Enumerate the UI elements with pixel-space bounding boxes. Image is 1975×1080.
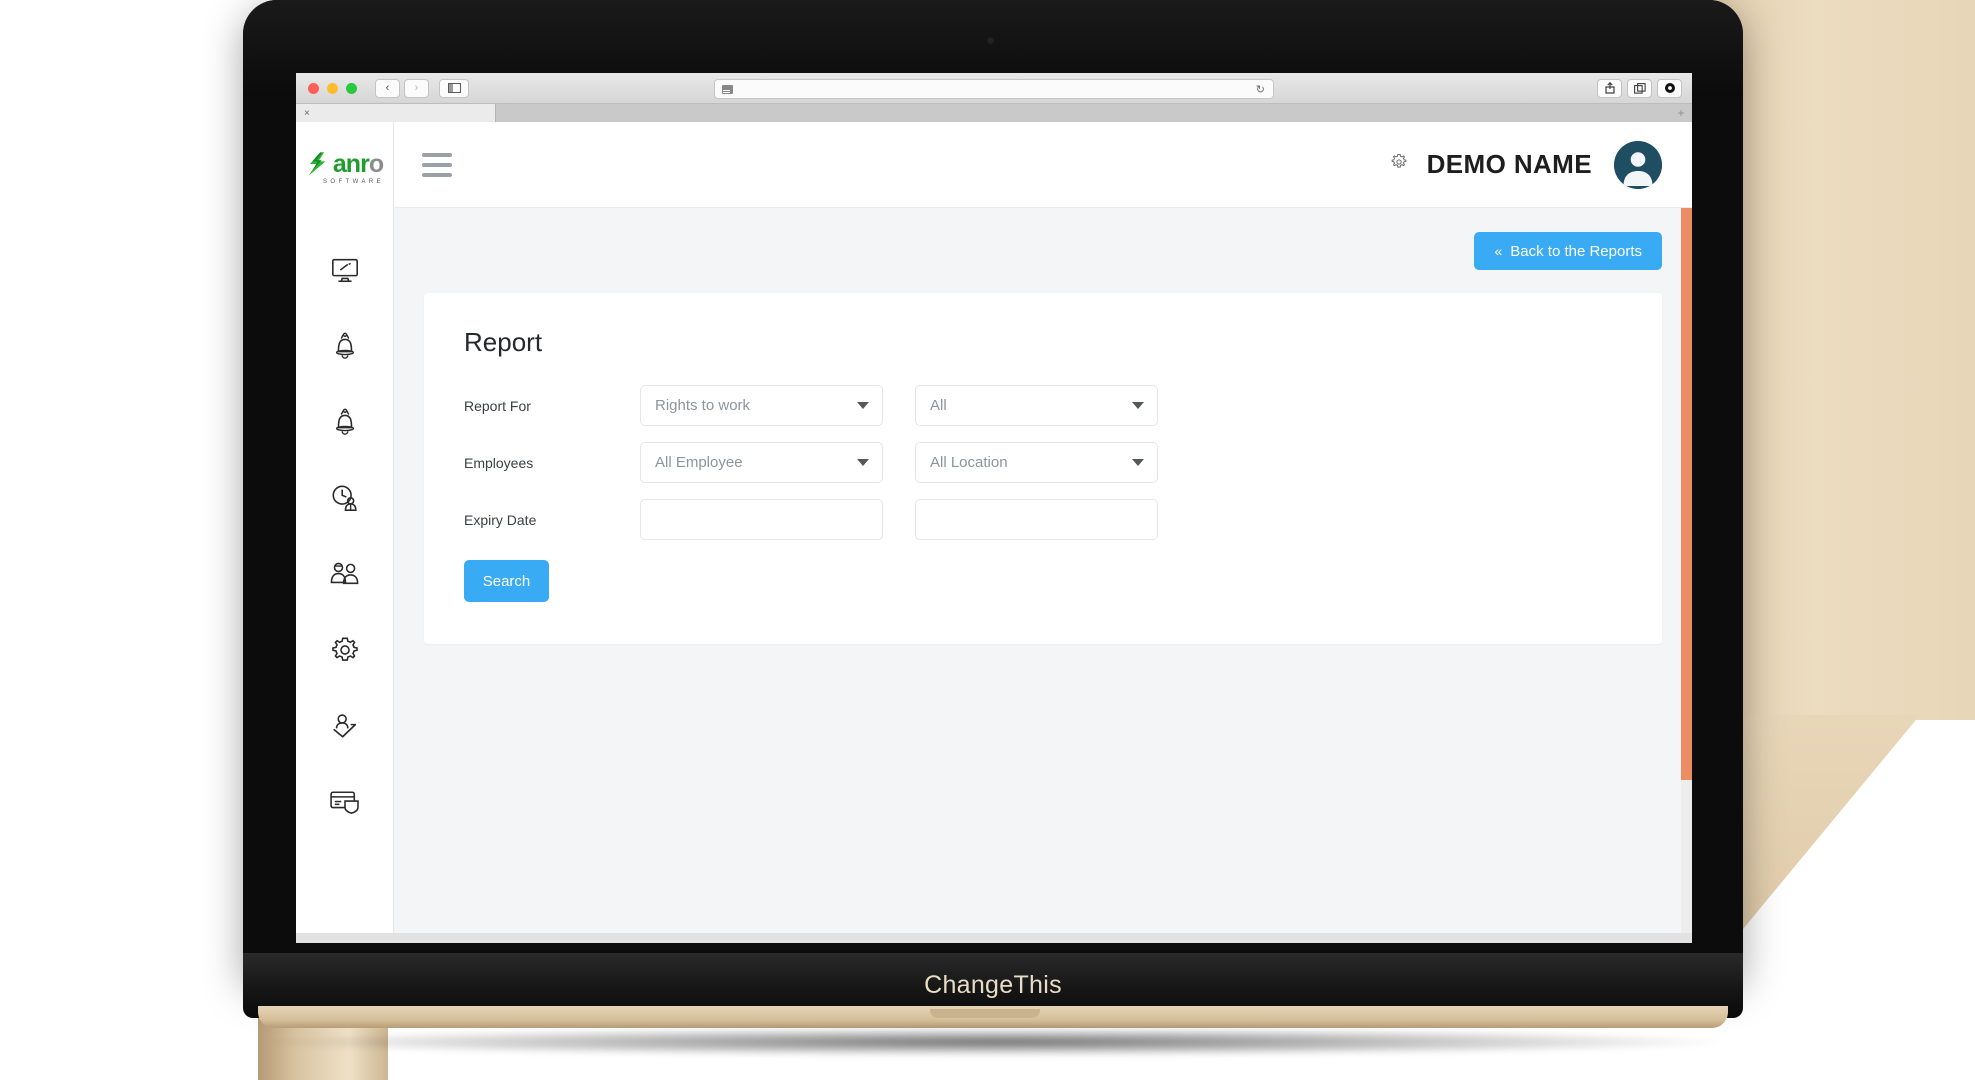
report-for-value: Rights to work bbox=[655, 397, 751, 414]
gear-icon[interactable] bbox=[1389, 152, 1409, 178]
logo-wordmark: anro bbox=[332, 149, 384, 178]
sidebar-nav bbox=[296, 208, 393, 840]
forward-button[interactable]: › bbox=[404, 78, 429, 98]
maximize-window-button[interactable] bbox=[346, 82, 357, 94]
form-row-report-for: Report For Rights to work All bbox=[464, 385, 1622, 426]
sidebar-item-payments[interactable] bbox=[296, 764, 393, 840]
report-for-scope-select[interactable]: All bbox=[915, 385, 1158, 426]
sidebar-item-settings[interactable] bbox=[296, 612, 393, 688]
sidebar-item-dashboard[interactable] bbox=[296, 232, 393, 308]
scene: ‹ › ↻ × + anro SOFTWARE DEMO NAME « Back… bbox=[0, 0, 1975, 1080]
sidebar-item-welfare[interactable] bbox=[296, 688, 393, 764]
location-select[interactable]: All Location bbox=[915, 442, 1158, 483]
app-topbar: DEMO NAME bbox=[394, 122, 1692, 208]
chevron-down-icon bbox=[857, 402, 869, 409]
webcam-icon bbox=[986, 36, 995, 45]
web-application: anro SOFTWARE DEMO NAME « Back to the Re… bbox=[296, 122, 1692, 943]
employee-value: All Employee bbox=[655, 454, 743, 471]
sidebar-glyph bbox=[447, 83, 461, 93]
sidebar-item-alerts[interactable] bbox=[296, 308, 393, 384]
bell-icon bbox=[335, 408, 354, 435]
app-sidebar: anro SOFTWARE bbox=[296, 122, 394, 943]
window-controls[interactable] bbox=[308, 82, 357, 94]
reader-view-icon[interactable] bbox=[722, 84, 733, 94]
monitor-dashboard-icon bbox=[331, 258, 358, 283]
reload-icon[interactable]: ↻ bbox=[1256, 83, 1265, 96]
background-wall-right bbox=[1705, 0, 1975, 720]
back-button[interactable]: ‹ bbox=[375, 78, 400, 98]
user-name-label: DEMO NAME bbox=[1426, 149, 1592, 179]
search-button[interactable]: Search bbox=[464, 560, 549, 602]
back-to-reports-button[interactable]: « Back to the Reports bbox=[1474, 232, 1662, 270]
expiry-date-to-input[interactable] bbox=[915, 499, 1158, 540]
tabbar-empty-space bbox=[496, 104, 1670, 122]
gear-icon bbox=[331, 637, 358, 661]
browser-tab[interactable]: × bbox=[296, 104, 496, 122]
double-chevron-left-icon: « bbox=[1494, 243, 1503, 259]
logo-mark-icon bbox=[308, 152, 326, 176]
screen-bottom-bar bbox=[296, 933, 1692, 943]
show-tabs-icon[interactable] bbox=[1627, 78, 1652, 98]
new-tab-button[interactable]: + bbox=[1670, 104, 1692, 122]
form-row-employees: Employees All Employee All Location bbox=[464, 442, 1622, 483]
form-row-expiry-date: Expiry Date bbox=[464, 499, 1622, 540]
chevron-down-icon bbox=[1132, 459, 1144, 466]
chevron-down-icon bbox=[1132, 402, 1144, 409]
extension-glyph bbox=[1664, 83, 1675, 93]
address-bar[interactable]: ↻ bbox=[714, 79, 1274, 99]
report-card: Report Report For Rights to work All Emp… bbox=[424, 293, 1662, 644]
back-to-reports-label: Back to the Reports bbox=[1510, 242, 1642, 260]
laptop-screen: ‹ › ↻ × + anro SOFTWARE DEMO NAME « Back… bbox=[296, 73, 1692, 943]
label-employees: Employees bbox=[464, 454, 534, 471]
sidebar-item-employees[interactable] bbox=[296, 536, 393, 612]
browser-toolbar: ‹ › ↻ bbox=[296, 73, 1692, 104]
content-inner: « Back to the Reports Report Report For … bbox=[394, 208, 1692, 644]
page-title: Report bbox=[464, 327, 543, 357]
share-glyph bbox=[1604, 82, 1615, 94]
card-shield-icon bbox=[329, 791, 359, 814]
employee-select[interactable]: All Employee bbox=[640, 442, 883, 483]
device-base-label: ChangeThis bbox=[924, 971, 1062, 999]
clock-person-icon bbox=[331, 485, 357, 511]
browser-tabbar: × + bbox=[296, 104, 1692, 122]
close-window-button[interactable] bbox=[308, 82, 319, 94]
share-icon[interactable] bbox=[1597, 78, 1622, 98]
sidebar-item-time-attendance[interactable] bbox=[296, 460, 393, 536]
laptop-opening-notch bbox=[930, 1009, 1040, 1018]
tab-close-icon[interactable]: × bbox=[304, 108, 310, 119]
gear-glyph bbox=[1391, 153, 1406, 168]
tabs-glyph bbox=[1633, 82, 1646, 94]
toolbar-right-group bbox=[1597, 78, 1682, 98]
hamburger-menu-icon[interactable] bbox=[422, 152, 452, 177]
chevron-down-icon bbox=[857, 459, 869, 466]
page-scrollbar-thumb[interactable] bbox=[1681, 208, 1692, 780]
people-group-icon bbox=[330, 562, 358, 585]
minimize-window-button[interactable] bbox=[327, 82, 338, 94]
navigation-buttons: ‹ › bbox=[375, 78, 429, 98]
user-avatar-icon bbox=[1614, 140, 1662, 189]
extension-icon[interactable] bbox=[1657, 78, 1682, 98]
content-toolbar: « Back to the Reports bbox=[424, 232, 1662, 270]
label-report-for: Report For bbox=[464, 397, 531, 414]
sidebar-item-notifications[interactable] bbox=[296, 384, 393, 460]
report-for-select[interactable]: Rights to work bbox=[640, 385, 883, 426]
label-expiry-date: Expiry Date bbox=[464, 511, 537, 528]
bell-icon bbox=[335, 332, 354, 359]
laptop-shadow bbox=[270, 1028, 1720, 1056]
logo-subtitle: SOFTWARE bbox=[323, 179, 384, 185]
app-content: « Back to the Reports Report Report For … bbox=[394, 208, 1692, 943]
sidebar-toggle-icon[interactable] bbox=[439, 78, 469, 98]
person-care-icon bbox=[332, 714, 356, 738]
location-value: All Location bbox=[930, 454, 1008, 471]
expiry-date-from-input[interactable] bbox=[640, 499, 883, 540]
app-logo[interactable]: anro SOFTWARE bbox=[296, 122, 393, 208]
avatar[interactable] bbox=[1614, 140, 1662, 189]
report-for-scope-value: All bbox=[930, 397, 947, 414]
